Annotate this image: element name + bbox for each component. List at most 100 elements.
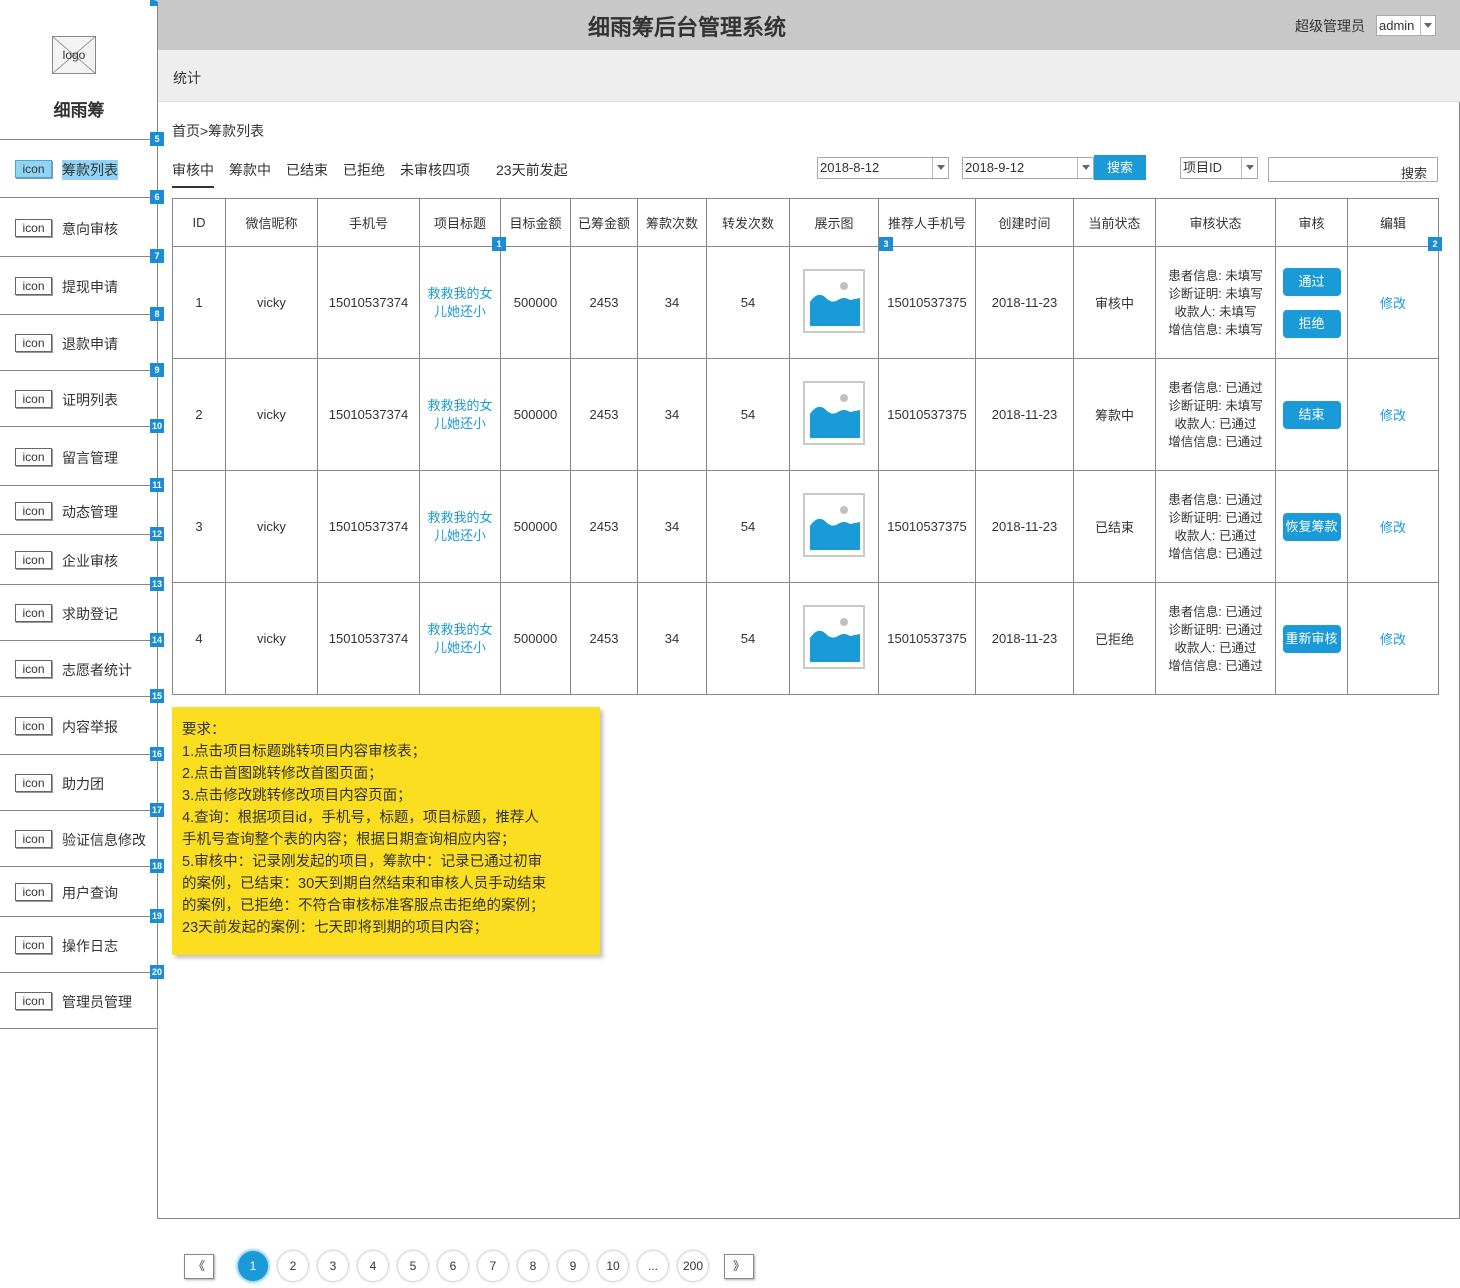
sidebar-item[interactable]: icon 意向审核 <box>0 197 158 256</box>
cell-shares: 54 <box>706 246 790 359</box>
sidebar-item[interactable]: icon 企业审核 <box>0 534 158 584</box>
table-row: 4 vicky 15010537374 救救我的女儿她还小 500000 2453 34 54… <box>172 582 1439 695</box>
page-number-button[interactable]: 3 <box>318 1251 348 1281</box>
requirements-note: 要求： 1.点击项目标题跳转项目内容审核表； 2.点击首图跳转修改首图页面； 3.点击… <box>172 707 600 955</box>
sidebar-item[interactable]: icon 留言管理 <box>0 426 158 485</box>
sidebar-item-label: 管理员管理 <box>62 994 132 1010</box>
field-select[interactable]: 项目ID <box>1180 157 1258 179</box>
audit-status-line: 诊断证明: 未填写 <box>1168 398 1263 413</box>
tab-23-days-ago[interactable]: 23天前发起 <box>496 160 568 180</box>
audit-action-button[interactable]: 恢复筹款 <box>1282 512 1341 541</box>
project-title-link[interactable]: 救救我的女儿她还小 <box>425 285 495 321</box>
audit-status-list: 患者信息: 未填写 诊断证明: 未填写 收款人: 未填写 增信信息: 未填写 <box>1156 267 1275 339</box>
tab-ended[interactable]: 已结束 <box>286 160 328 180</box>
sidebar-item[interactable]: icon 志愿者统计 <box>0 640 158 696</box>
sidebar-item[interactable]: icon 管理员管理 <box>0 972 158 1028</box>
user-dropdown[interactable]: admin <box>1376 15 1436 36</box>
placeholder-icon: icon <box>15 277 52 295</box>
tab-unreviewed-four[interactable]: 未审核四项 <box>400 160 470 180</box>
project-title-link[interactable]: 救救我的女儿她还小 <box>425 397 495 433</box>
image-placeholder-icon[interactable] <box>803 269 865 333</box>
cell-raised: 2453 <box>570 358 638 471</box>
search-input-label[interactable]: 搜索 <box>1401 163 1427 182</box>
cell-referrer: 15010537375 <box>878 582 976 695</box>
audit-action-button[interactable]: 拒绝 <box>1282 309 1341 338</box>
project-title-link[interactable]: 救救我的女儿她还小 <box>425 509 495 545</box>
placeholder-icon: icon <box>15 390 52 408</box>
image-placeholder-icon[interactable] <box>803 605 865 669</box>
cell-raised: 2453 <box>570 470 638 583</box>
sidebar-item[interactable]: icon 筹款列表 <box>0 139 158 197</box>
breadcrumb[interactable]: 首页>筹款列表 <box>172 121 264 141</box>
edit-link[interactable]: 修改 <box>1380 520 1406 535</box>
page-number-button[interactable]: 5 <box>398 1251 428 1281</box>
placeholder-icon: icon <box>15 717 52 735</box>
cell-audit-actions: 通过 拒绝 <box>1275 246 1348 359</box>
image-placeholder-icon[interactable] <box>803 493 865 557</box>
page-number-button[interactable]: 7 <box>478 1251 508 1281</box>
page-number-button[interactable]: 10 <box>598 1251 628 1281</box>
project-title-link[interactable]: 救救我的女儿她还小 <box>425 621 495 657</box>
cell-target: 500000 <box>500 582 571 695</box>
sidebar-item-label: 动态管理 <box>62 504 118 520</box>
audit-action-button[interactable]: 重新审核 <box>1282 624 1341 653</box>
chevron-down-icon <box>1420 16 1435 35</box>
cell-id: 2 <box>172 358 226 471</box>
page-number-button[interactable]: ... <box>638 1251 668 1281</box>
user-name: admin <box>1379 18 1415 33</box>
tab-fundraising[interactable]: 筹款中 <box>229 160 271 180</box>
page-number-button[interactable]: 2 <box>278 1251 308 1281</box>
cell-title: 救救我的女儿她还小 <box>419 582 501 695</box>
annotation-marker: 17 <box>150 803 164 817</box>
sidebar-item[interactable]: icon 验证信息修改 <box>0 810 158 866</box>
page-number-button[interactable]: 200 <box>678 1251 708 1281</box>
cell-status: 审核中 <box>1073 246 1156 359</box>
brand-name: 细雨筹 <box>53 101 105 120</box>
audit-action-button[interactable]: 结束 <box>1282 400 1341 429</box>
end-date-picker[interactable]: 2018-9-12 <box>962 157 1094 179</box>
note-line: 4.查询：根据项目id，手机号，标题，项目标题，推荐人 <box>182 810 539 826</box>
column-header: 创建时间 <box>975 198 1074 247</box>
start-date-picker[interactable]: 2018-8-12 <box>817 157 949 179</box>
prev-page-button[interactable]: 《 <box>184 1254 214 1279</box>
sidebar-item[interactable]: icon 证明列表 <box>0 370 158 426</box>
date-search-button[interactable]: 搜索 <box>1094 155 1146 180</box>
cell-count: 34 <box>637 470 707 583</box>
image-placeholder-icon[interactable] <box>803 381 865 445</box>
page-number-button[interactable]: 9 <box>558 1251 588 1281</box>
column-header: 筹款次数 <box>637 198 707 247</box>
edit-link[interactable]: 修改 <box>1380 408 1406 423</box>
annotation-marker: 14 <box>150 633 164 647</box>
sidebar-item[interactable]: icon 提现申请 <box>0 256 158 314</box>
page-number-button[interactable]: 6 <box>438 1251 468 1281</box>
cell-audit-status: 患者信息: 未填写 诊断证明: 未填写 收款人: 未填写 增信信息: 未填写 <box>1155 246 1276 359</box>
sidebar-item[interactable]: icon 动态管理 <box>0 485 158 534</box>
note-line: 2.点击首图跳转修改首图页面； <box>182 766 383 782</box>
cell-audit-status: 患者信息: 已通过 诊断证明: 已通过 收款人: 已通过 增信信息: 已通过 <box>1155 470 1276 583</box>
page-number-button[interactable]: 8 <box>518 1251 548 1281</box>
audit-action-button[interactable]: 通过 <box>1282 267 1341 296</box>
page-number-button[interactable]: 1 <box>238 1251 268 1281</box>
cell-target: 500000 <box>500 470 571 583</box>
note-line: 3.点击修改跳转修改项目内容页面； <box>182 788 412 804</box>
end-date-value: 2018-9-12 <box>965 160 1025 175</box>
sidebar-item[interactable]: icon 内容举报 <box>0 696 158 754</box>
sidebar-item[interactable]: icon 助力团 <box>0 754 158 810</box>
sidebar-item[interactable]: icon 用户查询 <box>0 866 158 916</box>
sidebar-item[interactable]: icon 退款申请 <box>0 314 158 370</box>
page-number-button[interactable]: 4 <box>358 1251 388 1281</box>
subnav-stats[interactable]: 统计 <box>173 68 201 88</box>
tab-rejected[interactable]: 已拒绝 <box>343 160 385 180</box>
column-header: 微信昵称 <box>225 198 318 247</box>
tab-reviewing[interactable]: 审核中 <box>172 160 214 188</box>
sidebar-item[interactable]: icon 求助登记 <box>0 584 158 640</box>
audit-status-list: 患者信息: 已通过 诊断证明: 已通过 收款人: 已通过 增信信息: 已通过 <box>1156 603 1275 675</box>
next-page-button[interactable]: 》 <box>724 1254 754 1279</box>
sidebar-item[interactable]: icon 操作日志 <box>0 916 158 972</box>
search-input[interactable]: 搜索 <box>1268 157 1438 182</box>
sidebar-item-label: 证明列表 <box>62 392 118 408</box>
cell-edit: 修改 <box>1347 582 1439 695</box>
edit-link[interactable]: 修改 <box>1380 632 1406 647</box>
cell-referrer: 15010537375 <box>878 470 976 583</box>
edit-link[interactable]: 修改 <box>1380 296 1406 311</box>
